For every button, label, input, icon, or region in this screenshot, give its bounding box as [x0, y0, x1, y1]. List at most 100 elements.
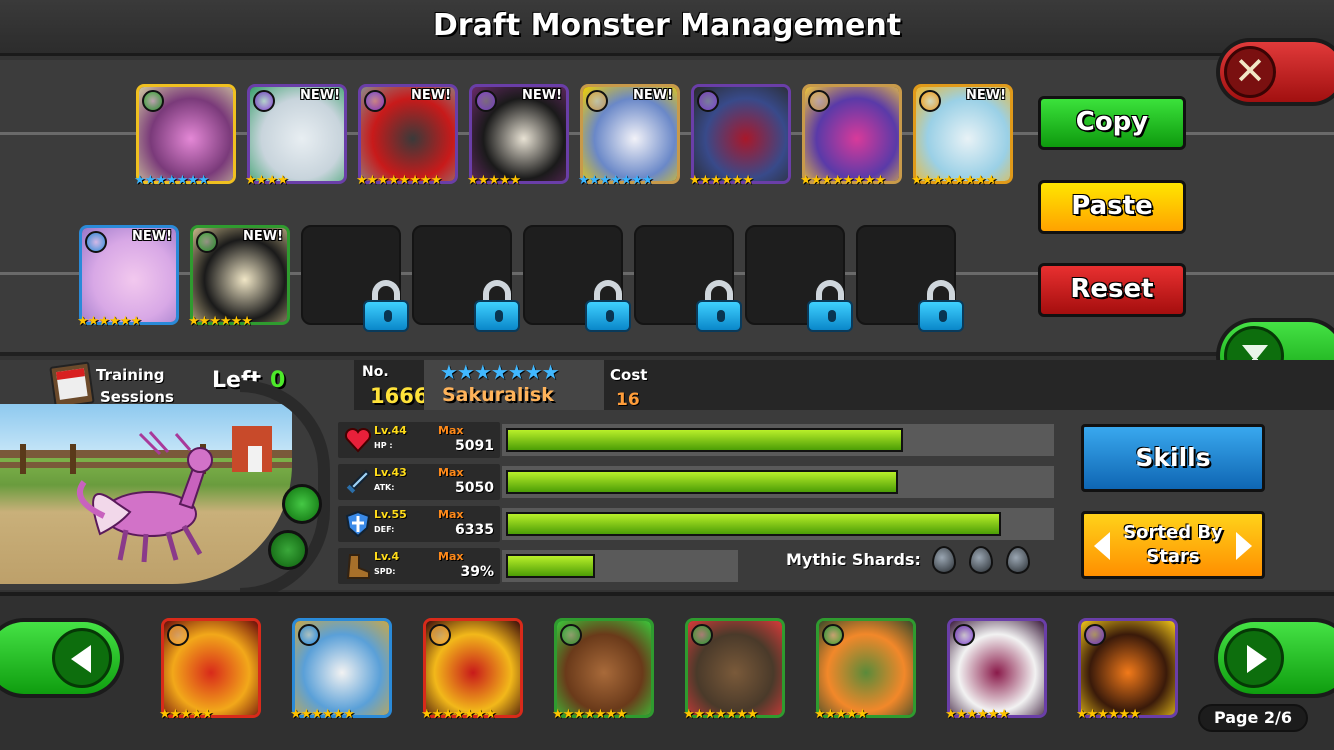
prev-page-button[interactable]	[0, 618, 124, 698]
calendar-book-icon	[49, 361, 95, 409]
monster-detail-panel: Training Sessions Left 0 No. 1666 ★★★★★★…	[0, 360, 1334, 600]
prev-page-face	[0, 622, 120, 694]
star-rating: ★★★★★★★	[552, 707, 628, 722]
spd-value: 39%	[460, 564, 494, 580]
star-rating: ★★★★★★★	[134, 173, 210, 188]
cost-label: Cost	[610, 366, 648, 384]
monster-slot[interactable]	[802, 84, 902, 184]
mythic-shard-icon	[969, 546, 993, 574]
collection-monster[interactable]	[554, 618, 654, 718]
star-rating: ★★★★★★★★	[356, 173, 442, 188]
new-badge: NEW!	[410, 88, 451, 103]
collection-monster[interactable]	[947, 618, 1047, 718]
water-element-icon	[298, 624, 320, 646]
sort-button[interactable]: Sorted By Stars	[1081, 511, 1265, 579]
lock-body	[474, 300, 520, 332]
monster-slot[interactable]: NEW!	[79, 225, 179, 325]
stat-row-hp: Lv.44 HP : Max 5091	[338, 422, 1058, 458]
stat-row-atk: Lv.43 ATK: Max 5050	[338, 464, 1058, 500]
star-rating: ★★★★★★★	[578, 173, 654, 188]
star-rating: ★★★★★	[814, 707, 868, 722]
collection-monster[interactable]	[423, 618, 523, 718]
atk-bar-track	[502, 466, 1054, 498]
hp-label-box: Lv.44 HP : Max 5091	[338, 422, 500, 458]
lock-body	[585, 300, 631, 332]
lock-body	[363, 300, 409, 332]
spd-max-label: Max	[438, 550, 464, 563]
def-level: Lv.55	[374, 508, 407, 521]
star-rating: ★★★★★★★★	[911, 173, 997, 188]
fire-element-icon	[919, 90, 941, 112]
cost-value: 16	[616, 390, 640, 410]
lock-keyhole	[495, 310, 503, 322]
next-page-button[interactable]	[1214, 618, 1334, 698]
star-rating: ★★★★★★★	[683, 707, 759, 722]
new-badge: NEW!	[965, 88, 1006, 103]
monster-slot[interactable]: NEW!	[580, 84, 680, 184]
sort-prev-icon[interactable]	[1094, 532, 1110, 560]
hp-max-label: Max	[438, 424, 464, 437]
lock-keyhole	[384, 310, 392, 322]
right-arrow-glyph	[1247, 645, 1267, 673]
lock-keyhole	[939, 310, 947, 322]
collection-monster[interactable]	[1078, 618, 1178, 718]
close-button[interactable]: ✕	[1216, 38, 1334, 106]
fence-post	[20, 444, 26, 474]
hp-level: Lv.44	[374, 424, 407, 437]
leaf-element-icon[interactable]	[268, 530, 308, 570]
nature-element-icon	[822, 624, 844, 646]
legend-element-icon	[586, 90, 608, 112]
heart-icon	[344, 426, 372, 454]
monster-slot[interactable]	[691, 84, 791, 184]
header-bar: Draft Monster Management	[0, 0, 1334, 56]
collection-monster[interactable]	[685, 618, 785, 718]
close-icon: ✕	[1224, 46, 1276, 98]
ghost-skin-icon[interactable]	[282, 484, 322, 524]
monster-number: 1666	[370, 384, 429, 408]
def-label-box: Lv.55 DEF: Max 6335	[338, 506, 500, 542]
monster-slot[interactable]: NEW!	[358, 84, 458, 184]
close-button-face: ✕	[1220, 42, 1334, 102]
monster-slot[interactable]: NEW!	[247, 84, 347, 184]
lock-body	[696, 300, 742, 332]
dark-element-icon	[953, 624, 975, 646]
atk-bar-fill	[506, 470, 898, 494]
monster-stars: ★★★★★★★	[440, 360, 560, 384]
training-label: Training Sessions	[96, 364, 174, 408]
monster-slot[interactable]	[136, 84, 236, 184]
def-value: 6335	[455, 522, 494, 538]
monster-head	[187, 447, 213, 473]
collection-monster[interactable]	[161, 618, 261, 718]
dark-element-icon	[253, 90, 275, 112]
lock-keyhole	[717, 310, 725, 322]
atk-level: Lv.43	[374, 466, 407, 479]
shield-icon	[344, 510, 372, 538]
atk-name: ATK:	[374, 483, 395, 492]
collection-monster[interactable]	[816, 618, 916, 718]
left-arrow-icon	[52, 628, 112, 688]
dark-element-icon	[1084, 624, 1106, 646]
water-element-icon	[85, 231, 107, 253]
skills-button[interactable]: Skills	[1081, 424, 1265, 492]
fire-element-icon	[429, 624, 451, 646]
monster-slot[interactable]: NEW!	[190, 225, 290, 325]
def-name: DEF:	[374, 525, 395, 534]
star-rating: ★★★★★★	[77, 314, 142, 329]
collection-monster[interactable]	[292, 618, 392, 718]
copy-button[interactable]: Copy	[1038, 96, 1186, 150]
mythic-shard-icon	[1006, 546, 1030, 574]
sort-next-icon[interactable]	[1236, 532, 1252, 560]
reset-button[interactable]: Reset	[1038, 263, 1186, 317]
star-rating: ★★★★★★★★	[800, 173, 886, 188]
monster-slot[interactable]: NEW!	[913, 84, 1013, 184]
nature-element-icon	[196, 231, 218, 253]
nature-element-icon	[560, 624, 582, 646]
sword-icon	[344, 468, 372, 496]
lock-icon	[363, 280, 409, 332]
monster-slot[interactable]: NEW!	[469, 84, 569, 184]
def-max-label: Max	[438, 508, 464, 521]
star-rating: ★★★★	[245, 173, 289, 188]
lock-icon	[696, 280, 742, 332]
star-rating: ★★★★★	[467, 173, 521, 188]
paste-button[interactable]: Paste	[1038, 180, 1186, 234]
